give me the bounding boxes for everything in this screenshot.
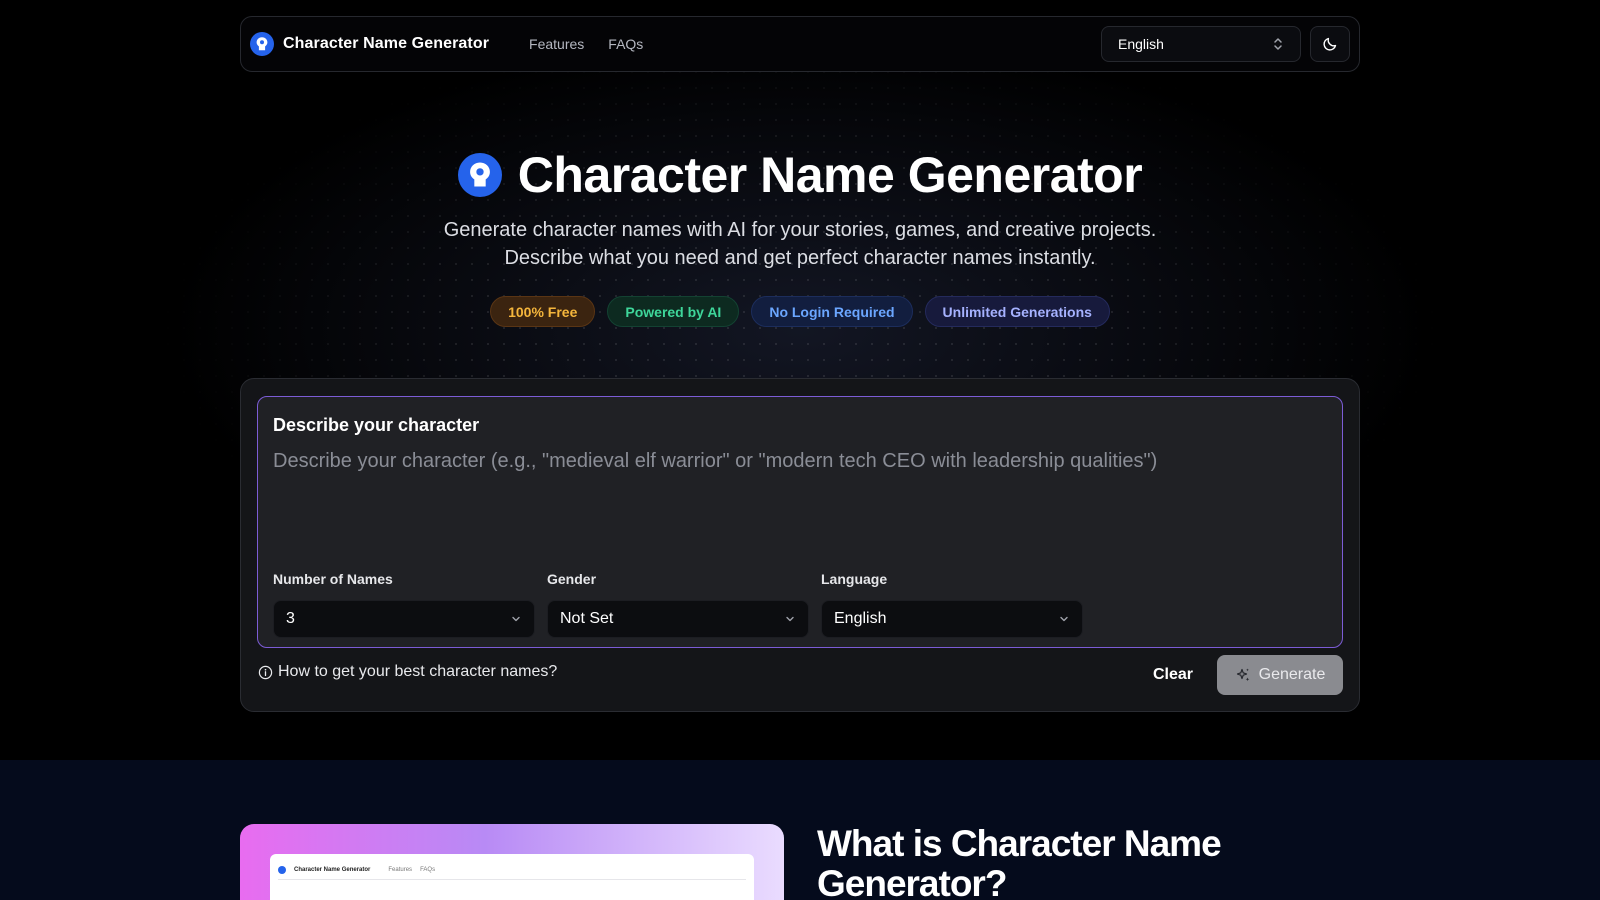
clear-button[interactable]: Clear <box>1153 666 1193 684</box>
number-of-names-group: Number of Names 3 <box>273 571 535 638</box>
theme-toggle-button[interactable] <box>1310 26 1350 62</box>
gender-label: Gender <box>547 571 597 587</box>
logo-icon-large <box>457 153 502 197</box>
chevron-down-icon <box>1060 616 1068 622</box>
gender-value: Not Set <box>560 610 614 627</box>
brand-title: Character Name Generator <box>283 35 490 52</box>
preview-logo-icon <box>278 865 286 874</box>
badge-no-login: No Login Required <box>751 296 913 327</box>
number-of-names-label: Number of Names <box>273 571 393 587</box>
badge-powered-by-ai: Powered by AI <box>607 296 740 327</box>
language-label: Language <box>821 571 888 587</box>
nav-right: English <box>1101 26 1350 62</box>
describe-character-label: Describe your character <box>273 415 480 435</box>
character-description-input[interactable] <box>273 447 1323 547</box>
language-group: Language English <box>821 571 1083 638</box>
nav-links: Features FAQs <box>529 36 643 52</box>
product-preview-image: Character Name Generator Features FAQs <box>240 824 784 900</box>
moon-icon <box>1323 37 1337 51</box>
language-select[interactable]: English <box>1101 26 1301 62</box>
brand-link[interactable]: Character Name Generator <box>250 32 489 56</box>
gender-select[interactable]: Not Set <box>547 600 809 638</box>
hero-subtitle: Generate character names with AI for you… <box>0 216 1600 272</box>
nav-link-faqs[interactable]: FAQs <box>608 36 643 52</box>
badge-unlimited: Unlimited Generations <box>924 296 1110 327</box>
logo-icon <box>250 32 274 56</box>
sparkles-icon <box>1236 668 1249 682</box>
hero-subtitle-line-2: Describe what you need and get perfect c… <box>504 247 1096 269</box>
number-of-names-select[interactable]: 3 <box>273 600 535 638</box>
character-input-panel: Describe your character Number of Names … <box>257 396 1343 648</box>
preview-brand: Character Name Generator <box>294 866 371 873</box>
preview-window: Character Name Generator Features FAQs <box>270 854 754 900</box>
language-select-value: English <box>1118 36 1164 52</box>
navbar: Character Name Generator Features FAQs E… <box>240 16 1360 72</box>
chevron-down-icon <box>786 616 794 622</box>
output-language-value: English <box>834 610 887 627</box>
badge-free: 100% Free <box>490 296 596 327</box>
nav-link-features[interactable]: Features <box>529 36 584 52</box>
page-title: Character Name Generator <box>517 147 1143 203</box>
preview-link-features: Features <box>388 866 413 873</box>
gender-group: Gender Not Set <box>547 571 809 638</box>
info-icon <box>258 665 273 679</box>
generate-button-label: Generate <box>1258 666 1326 683</box>
about-section-title: What is Character Name Generator? <box>817 823 1222 900</box>
help-link-text: How to get your best character names? <box>278 663 558 680</box>
generate-button[interactable]: Generate <box>1217 655 1343 695</box>
hero-subtitle-line-1: Generate character names with AI for you… <box>443 219 1157 241</box>
preview-link-faqs: FAQs <box>420 866 436 873</box>
feature-badges: 100% Free Powered by AI No Login Require… <box>0 296 1600 327</box>
hero-title-row: Character Name Generator <box>0 146 1600 204</box>
chevron-up-down-icon <box>1274 38 1282 50</box>
preview-navbar: Character Name Generator Features FAQs <box>278 860 746 880</box>
generator-actions: Clear Generate <box>1153 655 1343 695</box>
chevron-down-icon <box>512 616 520 622</box>
output-language-select[interactable]: English <box>821 600 1083 638</box>
help-link[interactable]: How to get your best character names? <box>258 663 557 681</box>
number-of-names-value: 3 <box>286 610 295 627</box>
generator-card: Describe your character Number of Names … <box>240 378 1360 712</box>
